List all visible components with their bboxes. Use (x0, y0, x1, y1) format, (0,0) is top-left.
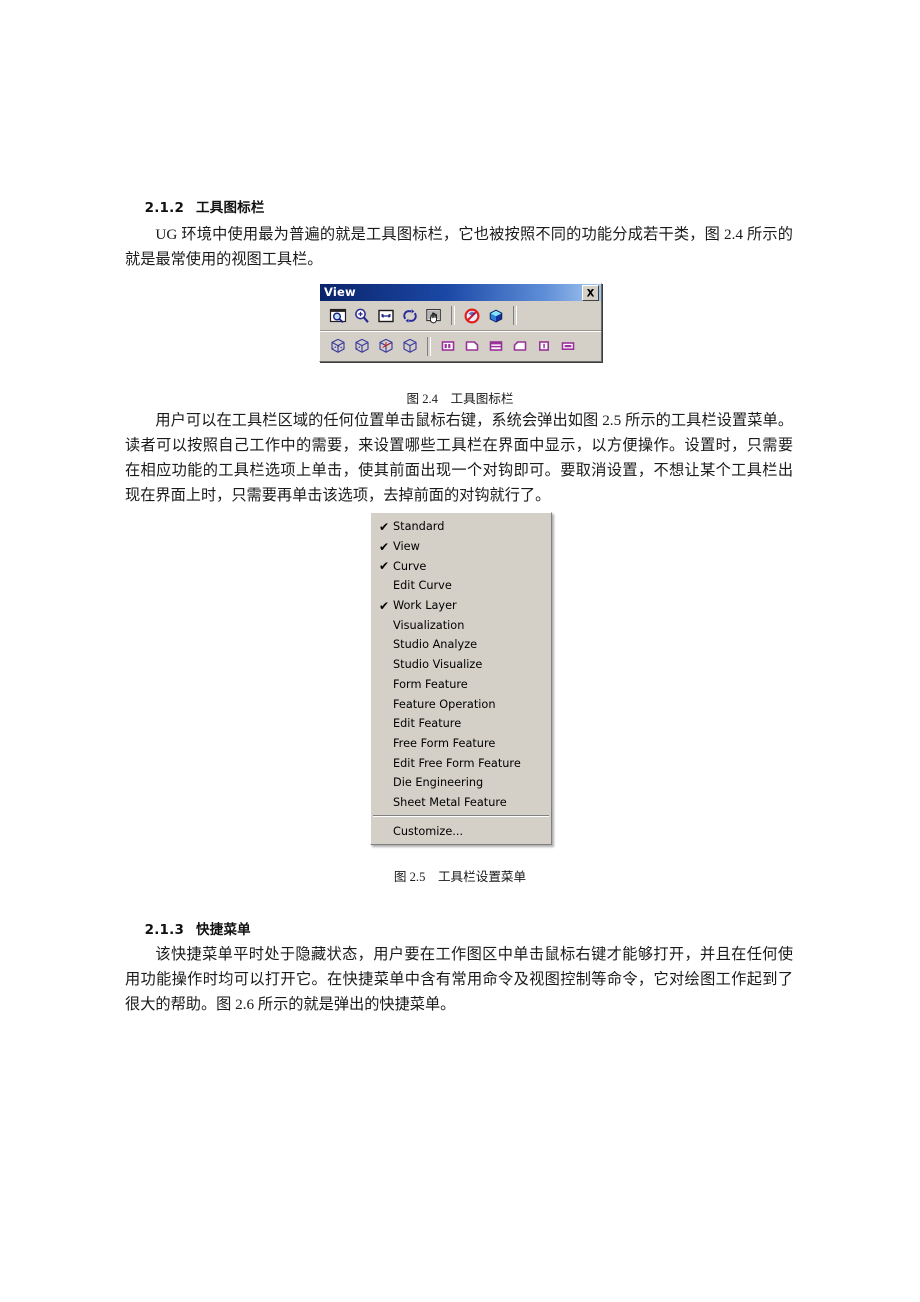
menu-item-label: Die Engineering (393, 776, 484, 790)
section-number: 2.1.3 (144, 922, 185, 938)
perspective-view-icon[interactable] (398, 335, 422, 358)
menu-item-label: Sheet Metal Feature (393, 795, 507, 809)
toolbar-separator (451, 306, 455, 325)
menu-item-label: Free Form Feature (393, 736, 496, 750)
toolbar-separator (427, 336, 431, 356)
menu-separator (373, 815, 549, 818)
menu-item-standard[interactable]: ✔ Standard (371, 517, 551, 537)
menu-item-free-form-feature[interactable]: Free Form Feature (371, 734, 551, 754)
pan-icon[interactable] (422, 304, 446, 327)
zoom-area-icon[interactable] (374, 304, 398, 327)
menu-item-label: Visualization (393, 618, 465, 632)
view-toolbar-titlebar[interactable]: View (320, 284, 601, 301)
menu-item-label: Edit Free Form Feature (393, 756, 521, 770)
layout-two-horizontal-icon[interactable] (484, 335, 508, 358)
menu-item-view[interactable]: ✔ View (371, 537, 551, 557)
layout-two-vertical-icon[interactable] (436, 335, 460, 358)
check-icon: ✔ (379, 519, 390, 534)
menu-item-label: Work Layer (393, 599, 457, 613)
shaded-cube-icon[interactable] (484, 304, 508, 327)
figure-2-5-caption: 图 2.5 工具栏设置菜单 (393, 870, 527, 884)
view-toolbar-row-primary (320, 301, 601, 331)
menu-item-studio-visualize[interactable]: Studio Visualize (371, 655, 551, 675)
check-icon: ✔ (379, 598, 390, 613)
menu-item-label: Studio Analyze (393, 638, 478, 652)
section-title: 快捷菜单 (196, 922, 251, 938)
layout-corner-icon[interactable] (508, 335, 532, 358)
menu-item-label: Feature Operation (393, 697, 496, 711)
zoom-in-icon[interactable] (350, 304, 374, 327)
document-page: 2.1.2 工具图标栏 UG 环境中使用最为普遍的就是工具图标栏，它也被按照不同的… (0, 0, 920, 1302)
orient-view-icon[interactable] (374, 335, 398, 358)
menu-item-sheet-metal-feature[interactable]: Sheet Metal Feature (371, 793, 551, 813)
menu-item-label: Customize... (393, 824, 464, 838)
section-number: 2.1.2 (144, 200, 185, 216)
layout-wide-icon[interactable] (556, 335, 580, 358)
menu-item-studio-analyze[interactable]: Studio Analyze (371, 635, 551, 655)
menu-item-curve[interactable]: ✔ Curve (371, 556, 551, 576)
no-shade-icon[interactable] (460, 304, 484, 327)
menu-item-form-feature[interactable]: Form Feature (371, 675, 551, 695)
isometric-view-icon[interactable] (350, 335, 374, 358)
check-icon: ✔ (379, 559, 390, 574)
menu-item-feature-operation[interactable]: Feature Operation (371, 694, 551, 714)
menu-item-label: Edit Curve (393, 579, 452, 593)
paragraph-after-figure-2-4: 用户可以在工具栏区域的任何位置单击鼠标右键，系统会弹出如图 2.5 所示的工具栏… (125, 412, 793, 504)
paragraph-2-1-2-body: UG 环境中使用最为普遍的就是工具图标栏，它也被按照不同的功能分成若干类，图 2… (125, 226, 793, 268)
menu-item-edit-feature[interactable]: Edit Feature (371, 714, 551, 734)
menu-item-customize[interactable]: Customize... (371, 821, 551, 841)
section-title: 工具图标栏 (196, 200, 265, 216)
view-toolbar-title: View (324, 285, 356, 299)
layout-single-icon[interactable] (460, 335, 484, 358)
check-icon: ✔ (379, 539, 390, 554)
menu-item-work-layer[interactable]: ✔ Work Layer (371, 596, 551, 616)
menu-item-edit-free-form-feature[interactable]: Edit Free Form Feature (371, 753, 551, 773)
view-toolbar-row-secondary (320, 331, 601, 361)
menu-item-label: Studio Visualize (393, 658, 483, 672)
close-icon[interactable] (582, 285, 599, 301)
trimetric-view-icon[interactable] (326, 335, 350, 358)
menu-item-die-engineering[interactable]: Die Engineering (371, 773, 551, 793)
menu-item-label: Curve (393, 559, 427, 573)
menu-item-visualization[interactable]: Visualization (371, 615, 551, 635)
menu-item-label: Edit Feature (393, 717, 462, 731)
menu-item-label: Standard (393, 520, 445, 534)
toolbar-separator (513, 306, 517, 325)
menu-item-label: View (393, 540, 420, 554)
layout-narrow-icon[interactable] (532, 335, 556, 358)
menu-item-edit-curve[interactable]: Edit Curve (371, 576, 551, 596)
toolbar-settings-menu[interactable]: ✔ Standard ✔ View ✔ Curve Edit Curve ✔ W… (370, 512, 552, 845)
fit-view-icon[interactable] (326, 304, 350, 327)
view-toolbar-window[interactable]: View (319, 283, 602, 362)
paragraph-2-1-3-body: 该快捷菜单平时处于隐藏状态，用户要在工作图区中单击鼠标右键才能够打开，并且在任何… (125, 946, 793, 1013)
menu-item-label: Form Feature (393, 677, 468, 691)
figure-2-4-caption: 图 2.4 工具图标栏 (406, 392, 514, 406)
rotate-icon[interactable] (398, 304, 422, 327)
